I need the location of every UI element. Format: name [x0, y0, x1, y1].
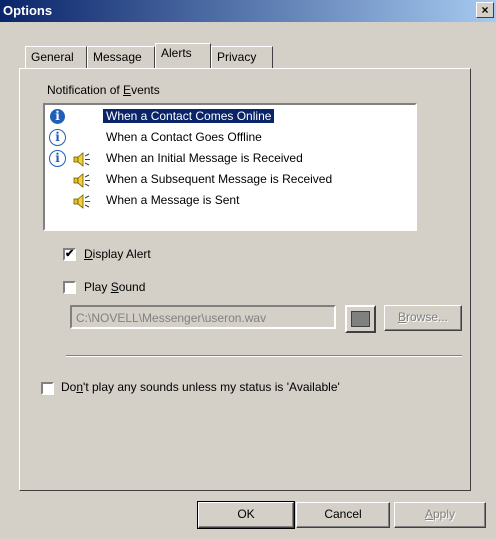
- event-row-contact-offline[interactable]: i When a Contact Goes Offline: [45, 128, 415, 149]
- event-row-contact-online[interactable]: i When a Contact Comes Online: [45, 107, 415, 128]
- label-text-rest: ound: [118, 280, 146, 294]
- play-sound-checkbox[interactable]: [63, 281, 76, 294]
- label-accelerator: D: [84, 247, 93, 261]
- browse-button[interactable]: Browse...: [384, 305, 462, 331]
- label-text-rest: vents: [131, 83, 160, 97]
- label-text: Do: [61, 380, 77, 394]
- tab-privacy-label: Privacy: [217, 50, 257, 64]
- event-row-subsequent-message[interactable]: When a Subsequent Message is Received: [45, 170, 415, 191]
- info-icon: i: [49, 150, 66, 167]
- label-text: isplay Alert: [92, 247, 151, 261]
- info-icon: i: [49, 129, 66, 146]
- events-listbox[interactable]: i When a Contact Comes Online i When a C…: [43, 103, 417, 231]
- label-accelerator: E: [123, 83, 132, 97]
- info-icon: i: [49, 108, 66, 125]
- tab-general[interactable]: General: [25, 46, 87, 68]
- sound-test-button[interactable]: [345, 305, 376, 333]
- tab-privacy[interactable]: Privacy: [211, 46, 273, 68]
- tab-message[interactable]: Message: [87, 46, 155, 68]
- tab-general-label: General: [31, 50, 74, 64]
- play-sound-label[interactable]: Play Sound: [84, 280, 145, 294]
- label-text: rowse...: [406, 310, 449, 324]
- label-accelerator: B: [397, 310, 406, 324]
- available-only-label[interactable]: Don't play any sounds unless my status i…: [61, 380, 340, 394]
- label-text: Notification of: [47, 83, 124, 97]
- close-button[interactable]: ×: [476, 2, 494, 18]
- display-alert-checkbox[interactable]: ✔: [63, 248, 76, 261]
- event-label: When a Contact Comes Online: [103, 109, 275, 123]
- notification-events-label: Notification of Events: [47, 83, 160, 97]
- speaker-icon: [73, 194, 90, 209]
- sound-swatch: [351, 311, 370, 327]
- window-title: Options: [3, 3, 53, 18]
- event-label: When an Initial Message is Received: [106, 151, 303, 165]
- label-text: Play: [84, 280, 111, 294]
- tab-alerts[interactable]: Alerts: [155, 43, 211, 68]
- tab-alerts-label: Alerts: [161, 46, 192, 60]
- event-label: When a Message is Sent: [106, 193, 240, 207]
- event-row-message-sent[interactable]: When a Message is Sent: [45, 191, 415, 212]
- available-only-checkbox[interactable]: [41, 382, 54, 395]
- label-text-rest: 't play any sounds unless my status is '…: [83, 380, 340, 394]
- event-label: When a Contact Goes Offline: [106, 130, 262, 144]
- speaker-icon: [73, 173, 90, 188]
- tab-message-label: Message: [93, 50, 142, 64]
- display-alert-label[interactable]: Display Alert: [84, 247, 151, 261]
- ok-button[interactable]: OK: [197, 501, 295, 529]
- separator: [66, 355, 462, 357]
- event-row-initial-message[interactable]: i When an Initial Message is Received: [45, 149, 415, 170]
- sound-file-path-field[interactable]: C:\NOVELL\Messenger\useron.wav: [70, 305, 336, 329]
- cancel-button[interactable]: Cancel: [296, 502, 390, 528]
- label-accelerator: A: [424, 507, 433, 521]
- speaker-icon: [73, 152, 90, 167]
- label-accelerator: S: [110, 280, 119, 294]
- label-text: pply: [433, 507, 456, 521]
- apply-button[interactable]: Apply: [394, 502, 486, 528]
- event-label: When a Subsequent Message is Received: [106, 172, 333, 186]
- title-bar: Options ×: [0, 0, 496, 22]
